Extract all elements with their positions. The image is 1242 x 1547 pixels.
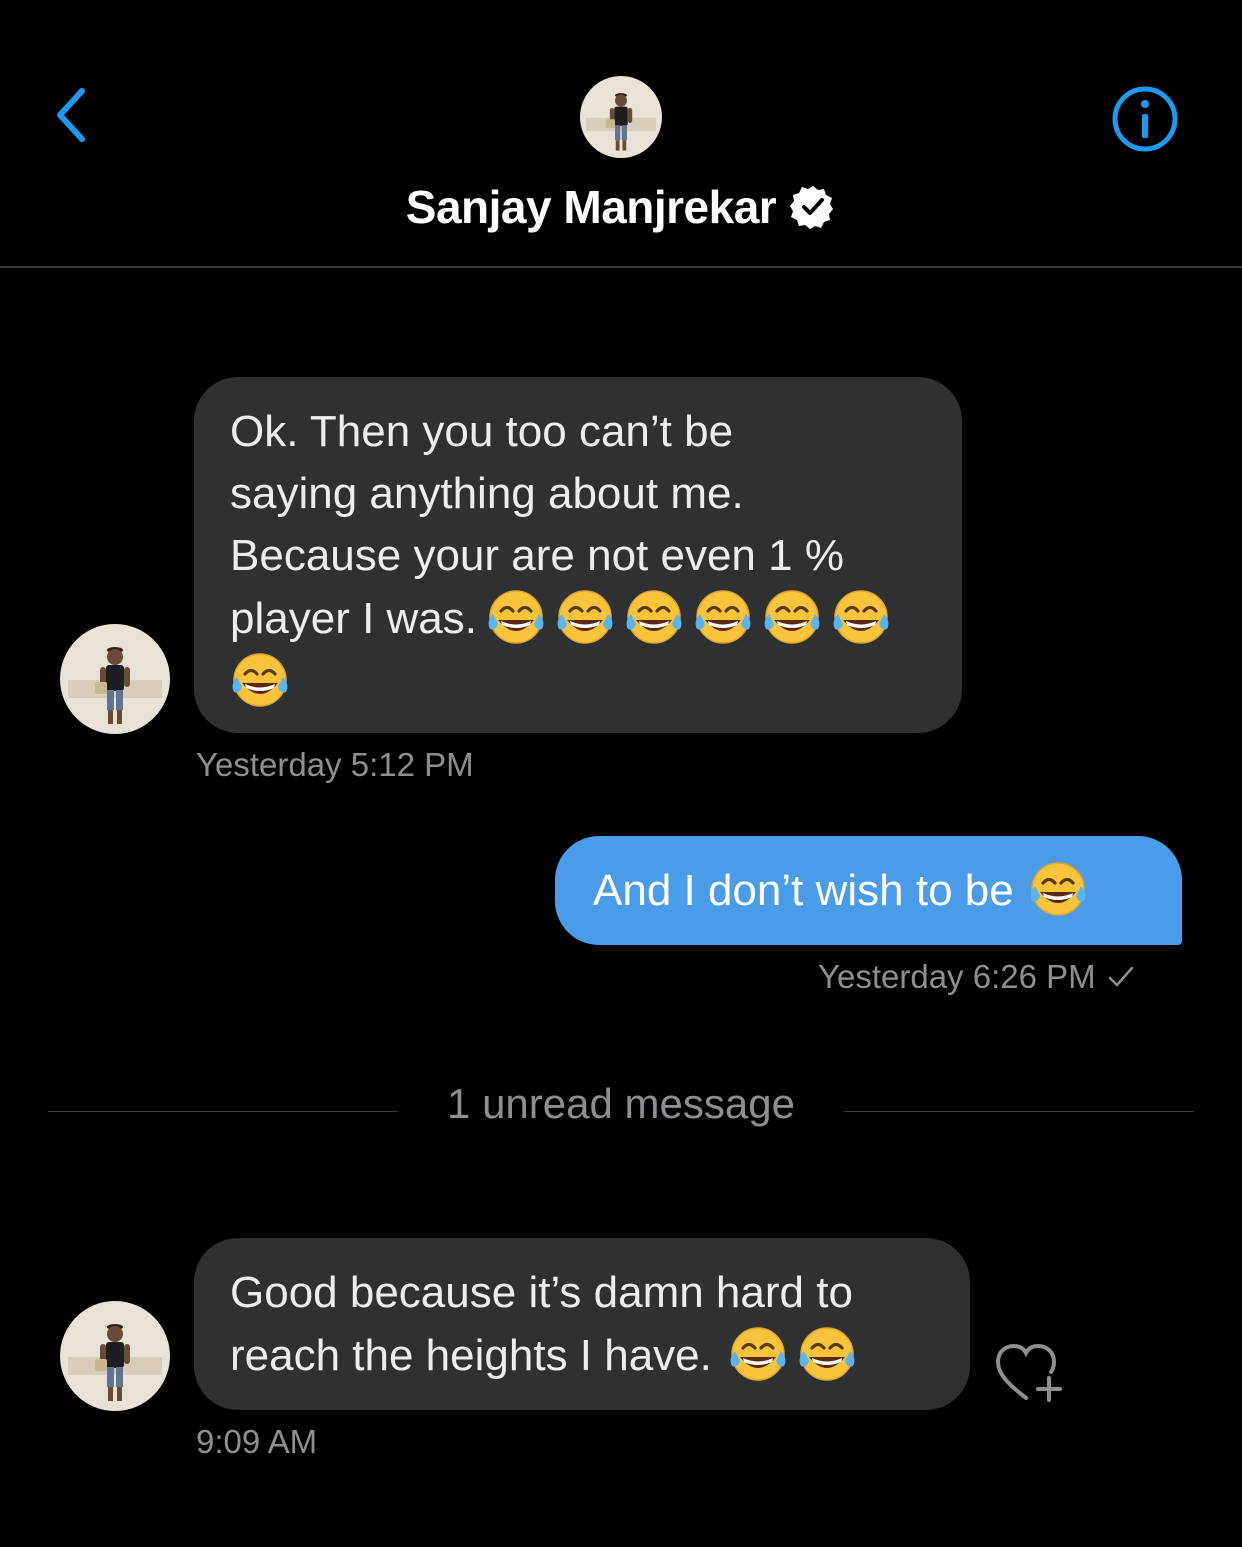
- joy-emoji-icon: [831, 587, 891, 647]
- heart-plus-icon[interactable]: [994, 1340, 1070, 1406]
- checkmark-icon: [1108, 966, 1133, 987]
- info-button[interactable]: [1108, 84, 1182, 154]
- message-bubble-incoming[interactable]: Ok. Then you too can’t be saying anythin…: [194, 377, 962, 733]
- info-icon: [1112, 86, 1178, 152]
- back-button[interactable]: [40, 80, 100, 150]
- verified-badge-icon: [790, 184, 836, 230]
- message-timestamp: 9:09 AM: [196, 1423, 318, 1460]
- joy-emoji-icon: [762, 587, 822, 647]
- message-text-line: Good because it’s damn hard to: [230, 1268, 853, 1317]
- message-text-line: saying anything about me.: [230, 469, 744, 518]
- unread-divider-line-left: [48, 1111, 398, 1112]
- chevron-left-icon: [57, 88, 85, 142]
- sender-avatar[interactable]: [60, 624, 170, 734]
- joy-emoji-icon: [624, 587, 684, 647]
- joy-emoji-icon: [797, 1324, 857, 1384]
- contact-name: Sanjay Manjrekar: [405, 181, 777, 233]
- contact-avatar[interactable]: [580, 76, 662, 158]
- joy-emoji-icon: [555, 587, 615, 647]
- message-bubble-outgoing[interactable]: And I don’t wish to be: [555, 836, 1182, 945]
- joy-emoji-icon: [230, 650, 290, 710]
- message-text-line: Because your are not even 1 %: [230, 531, 844, 580]
- message-text-line: player I was.: [230, 594, 477, 643]
- joy-emoji-icon: [486, 587, 546, 647]
- sender-avatar[interactable]: [60, 1301, 170, 1411]
- message-timestamp: Yesterday 5:12 PM: [196, 746, 474, 783]
- joy-emoji-icon: [728, 1324, 788, 1384]
- message-text: And I don’t wish to be: [593, 866, 1014, 915]
- message-status-row: Yesterday 6:26 PM: [818, 958, 1136, 996]
- message-text-line: Ok. Then you too can’t be: [230, 407, 734, 456]
- contact-name-row[interactable]: Sanjay Manjrekar: [0, 180, 1242, 234]
- unread-divider-label: 1 unread message: [447, 1080, 795, 1127]
- joy-emoji-icon: [693, 587, 753, 647]
- message-bubble-incoming[interactable]: Good because it’s damn hard to reach the…: [194, 1238, 970, 1410]
- message-timestamp: Yesterday 6:26 PM: [818, 958, 1096, 995]
- message-text-line: reach the heights I have.: [230, 1331, 712, 1380]
- joy-emoji-icon: [1028, 859, 1088, 919]
- conversation-header: Sanjay Manjrekar: [0, 0, 1242, 268]
- unread-divider-line-right: [844, 1111, 1194, 1112]
